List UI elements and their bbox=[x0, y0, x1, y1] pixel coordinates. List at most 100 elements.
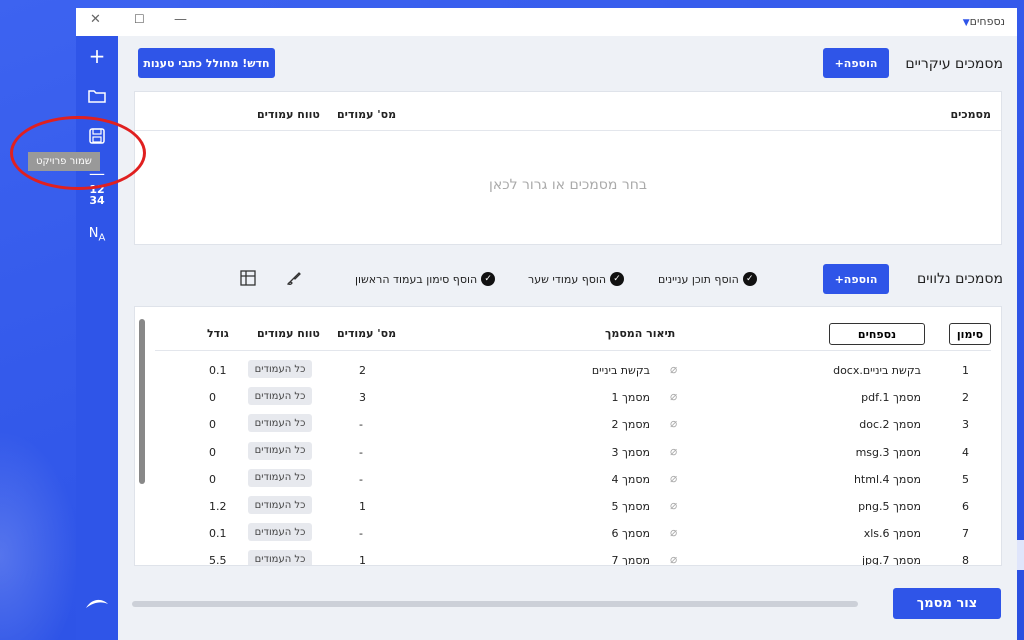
table-row[interactable]: 5 מסמך 4.html ⌀ מסמך 4 - כל העמודים 0 bbox=[135, 466, 995, 493]
create-document-button[interactable]: צור מסמך bbox=[893, 588, 1001, 619]
paperclip-icon[interactable]: ⌀ bbox=[670, 552, 677, 565]
main-docs-title: מסמכים עיקריים bbox=[905, 56, 1003, 72]
save-project-tooltip: שמור פרויקט bbox=[28, 152, 100, 171]
row-pages: - bbox=[359, 472, 363, 486]
row-size: 1.2 bbox=[209, 500, 227, 513]
row-description: מסמך 3 bbox=[611, 445, 651, 459]
main-content: מסמכים עיקריים הוספה+ חדש! מחולל כתבי טע… bbox=[118, 36, 1017, 640]
paperclip-icon[interactable]: ⌀ bbox=[670, 389, 677, 403]
row-number: 2 bbox=[962, 391, 969, 405]
toc-option[interactable]: ✓ הוסף תוכן עניינים bbox=[658, 272, 757, 286]
row-filename: מסמך 4.html bbox=[853, 472, 921, 486]
row-description: בקשת ביניים bbox=[591, 364, 650, 377]
add-main-doc-button[interactable]: הוספה+ bbox=[823, 48, 889, 78]
row-size: 5.5 bbox=[209, 554, 227, 566]
row-range[interactable]: כל העמודים bbox=[248, 496, 312, 514]
table-row[interactable]: 7 מסמך 6.xls ⌀ מסמך 6 - כל העמודים 0.1 bbox=[135, 520, 995, 547]
pleadings-generator-button[interactable]: חדש! מחולל כתבי טענות bbox=[138, 48, 275, 78]
row-pages: 2 bbox=[359, 364, 366, 377]
paperclip-icon[interactable]: ⌀ bbox=[670, 471, 677, 485]
add-attached-doc-button[interactable]: הוספה+ bbox=[823, 264, 889, 294]
table-row[interactable]: 4 מסמך 3.msg ⌀ מסמך 3 - כל העמודים 0 bbox=[135, 439, 995, 466]
col-appendix-header[interactable]: נספחים bbox=[829, 323, 925, 345]
row-number: 8 bbox=[962, 554, 969, 566]
drop-zone-hint: בחר מסמכים או גרור לכאן bbox=[489, 177, 647, 193]
table-header-divider bbox=[155, 350, 991, 351]
attached-docs-table[interactable]: סימון נספחים תיאור המסמך מס' עמודים טווח… bbox=[134, 306, 1002, 566]
paperclip-icon[interactable]: ⌀ bbox=[670, 362, 677, 376]
mark-option-label: הוסף סימון בעמוד הראשון bbox=[355, 272, 478, 286]
row-number: 6 bbox=[962, 500, 969, 513]
col-mark-header[interactable]: סימון bbox=[949, 323, 991, 345]
language-icon[interactable]: NA bbox=[76, 226, 118, 244]
app-title: נספחים▼ bbox=[962, 15, 1005, 28]
row-range[interactable]: כל העמודים bbox=[248, 523, 312, 542]
new-project-icon[interactable]: + bbox=[76, 44, 118, 68]
row-description: מסמך 4 bbox=[611, 472, 651, 486]
row-size: 0.1 bbox=[209, 527, 227, 541]
row-size: 0 bbox=[209, 391, 216, 405]
minimize-window-button[interactable]: — bbox=[174, 12, 187, 27]
table-row[interactable]: 6 מסמך 5.png ⌀ מסמך 5 1 כל העמודים 1.2 bbox=[135, 493, 995, 520]
close-window-button[interactable]: ✕ bbox=[90, 12, 101, 27]
row-description: מסמך 2 bbox=[611, 418, 651, 432]
table-row[interactable]: 8 מסמך 7.jpg ⌀ מסמך 7 1 כל העמודים 5.5 bbox=[135, 547, 995, 566]
row-size: 0.1 bbox=[209, 364, 227, 377]
title-dot-icon: ▼ bbox=[962, 18, 970, 28]
open-folder-icon[interactable] bbox=[76, 88, 118, 107]
check-icon: ✓ bbox=[481, 272, 496, 286]
horizontal-scrollbar[interactable] bbox=[132, 601, 858, 607]
row-filename: מסמך 2.doc bbox=[859, 418, 921, 432]
row-size: 0 bbox=[209, 472, 216, 486]
paint-brush-icon[interactable] bbox=[286, 270, 302, 290]
row-range[interactable]: כל העמודים bbox=[248, 441, 312, 460]
col-size-header: גודל bbox=[207, 327, 229, 340]
col-range-header: טווח עמודים bbox=[257, 108, 320, 121]
row-description: מסמך 5 bbox=[611, 500, 651, 513]
main-docs-panel[interactable]: מסמכים מס' עמודים טווח עמודים בחר מסמכים… bbox=[134, 91, 1002, 245]
table-row[interactable]: 1 בקשת ביניים.docx ⌀ בקשת ביניים 2 כל העמודים… bbox=[135, 357, 995, 384]
row-description: מסמך 7 bbox=[611, 554, 651, 566]
logo-feather-icon bbox=[76, 596, 118, 616]
check-icon: ✓ bbox=[742, 272, 757, 286]
row-pages: - bbox=[359, 527, 363, 541]
row-filename: בקשת ביניים.docx bbox=[833, 364, 921, 377]
row-number: 1 bbox=[962, 364, 969, 377]
col-desc-header: תיאור המסמך bbox=[605, 327, 676, 340]
row-range[interactable]: כל העמודים bbox=[248, 468, 312, 487]
table-layout-icon[interactable] bbox=[240, 270, 256, 290]
col-range-header: טווח עמודים bbox=[257, 327, 320, 340]
row-number: 7 bbox=[962, 527, 969, 541]
title-bar: ✕ ☐ — נספחים▼ bbox=[76, 8, 1017, 36]
cover-pages-option[interactable]: ✓ הוסף עמודי שער bbox=[528, 272, 625, 286]
background-decoration bbox=[0, 430, 80, 640]
toc-option-label: הוסף תוכן עניינים bbox=[658, 272, 739, 286]
row-size: 0 bbox=[209, 418, 216, 432]
paperclip-icon[interactable]: ⌀ bbox=[670, 416, 677, 430]
row-pages: 3 bbox=[359, 391, 366, 405]
row-number: 3 bbox=[962, 418, 969, 432]
row-pages: - bbox=[359, 418, 363, 432]
numbering-bottom: 34 bbox=[89, 194, 105, 207]
col-pages-header: מס' עמודים bbox=[337, 327, 397, 340]
maximize-window-button[interactable]: ☐ bbox=[134, 12, 145, 26]
row-filename: מסמך 1.pdf bbox=[861, 391, 921, 405]
col-docs-header: מסמכים bbox=[950, 108, 991, 121]
row-range[interactable]: כל העמודים bbox=[248, 387, 312, 406]
row-range[interactable]: כל העמודים bbox=[248, 550, 312, 565]
paperclip-icon[interactable]: ⌀ bbox=[670, 525, 677, 539]
first-page-mark-option[interactable]: ✓ הוסף סימון בעמוד הראשון bbox=[355, 272, 496, 286]
paperclip-icon[interactable]: ⌀ bbox=[670, 498, 677, 512]
row-range[interactable]: כל העמודים bbox=[248, 414, 312, 433]
paperclip-icon[interactable]: ⌀ bbox=[670, 444, 677, 458]
row-filename: מסמך 3.msg bbox=[855, 445, 921, 459]
cover-option-label: הוסף עמודי שער bbox=[528, 272, 607, 286]
table-row[interactable]: 2 מסמך 1.pdf ⌀ מסמך 1 3 כל העמודים 0 bbox=[135, 384, 995, 411]
background-edge-glyph bbox=[1016, 540, 1024, 570]
row-range[interactable]: כל העמודים bbox=[248, 360, 312, 378]
table-row[interactable]: 3 מסמך 2.doc ⌀ מסמך 2 - כל העמודים 0 bbox=[135, 411, 995, 438]
row-number: 4 bbox=[962, 445, 969, 459]
row-size: 0 bbox=[209, 445, 216, 459]
row-filename: מסמך 6.xls bbox=[863, 527, 921, 541]
col-pages-header: מס' עמודים bbox=[337, 108, 397, 121]
